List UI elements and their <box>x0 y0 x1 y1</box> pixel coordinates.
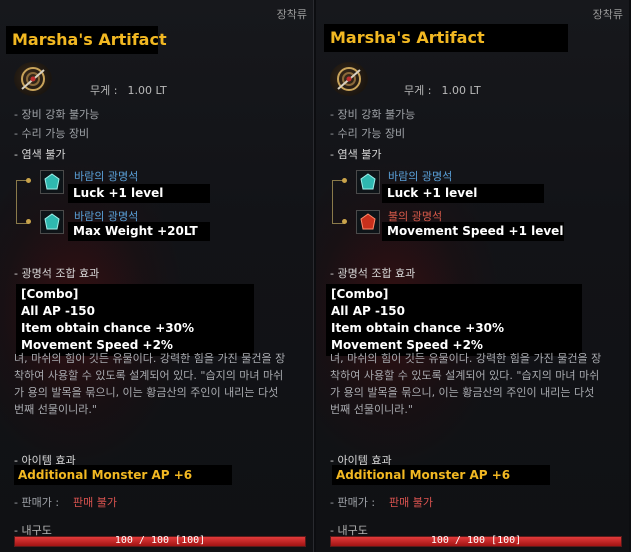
combo-line: All AP -150 <box>21 304 95 318</box>
desc-line: 가 용의 발목을 묶으니, 이는 황금산의 주인이 내리는 다섯 <box>14 386 279 399</box>
combo-line: Item obtain chance +30% <box>331 321 505 335</box>
gem-stat-box: Luck +1 level <box>68 184 210 203</box>
combo-line: [Combo] <box>331 287 389 301</box>
item-category: 장착류 <box>276 8 307 21</box>
durability-text: 100 / 100 [100] <box>430 535 522 546</box>
gem-stat-box: Max Weight +20LT <box>68 222 210 241</box>
sell-label: - 판매가 : <box>14 496 60 509</box>
item-effect: Additional Monster AP +6 <box>336 468 511 482</box>
socket-bracket <box>332 180 345 224</box>
fire-crystal-icon[interactable] <box>356 210 380 234</box>
wind-crystal-icon[interactable] <box>40 210 64 234</box>
gem-stat: Luck +1 level <box>387 186 478 200</box>
weight-value: 1.00 LT <box>127 84 167 97</box>
durability-bar: 100 / 100 [100] <box>330 535 622 547</box>
item-title: Marsha's Artifact <box>330 28 485 47</box>
gem-stat-box: Movement Speed +1 level <box>382 222 564 241</box>
combo-box: [Combo] All AP -150 Item obtain chance +… <box>326 284 582 356</box>
wind-crystal-icon[interactable] <box>40 170 64 194</box>
weight-row: 무게 : 1.00 LT <box>404 82 481 98</box>
gem-stat: Luck +1 level <box>73 186 164 200</box>
durability-text: 100 / 100 [100] <box>114 535 206 546</box>
gem-name: 바람의 광명석 <box>388 170 453 183</box>
dye-status: - 염색 불가 <box>330 148 382 161</box>
desc-line: 착하여 사용할 수 있도록 설계되어 있다. "습지의 마녀 마쉬 <box>330 369 600 382</box>
weight-label: 무게 : <box>404 84 432 97</box>
item-description: 녀, 마쉬의 힘이 깃든 유물이다. 강력한 힘을 가진 물건을 장 착하여 사… <box>14 350 299 418</box>
desc-line: 번째 선물이니라." <box>330 403 413 416</box>
repair-status: - 수리 가능 장비 <box>14 127 90 140</box>
gem-name: 바람의 광명석 <box>74 170 139 183</box>
combo-line: [Combo] <box>21 287 79 301</box>
artifact-icon <box>330 62 368 96</box>
combo-header: - 광명석 조합 효과 <box>330 267 416 280</box>
sell-price-row: - 판매가 : 판매 불가 <box>330 494 433 510</box>
desc-line: 가 용의 발목을 묶으니, 이는 황금산의 주인이 내리는 다섯 <box>330 386 595 399</box>
weight-value: 1.00 LT <box>441 84 481 97</box>
enhance-status: - 장비 강화 불가능 <box>330 108 416 121</box>
gem-stat: Max Weight +20LT <box>73 224 198 238</box>
weight-row: 무게 : 1.00 LT <box>90 82 167 98</box>
socket-dot <box>342 219 347 224</box>
combo-line: Item obtain chance +30% <box>21 321 195 335</box>
title-box: Marsha's Artifact <box>324 24 568 52</box>
durability-bar: 100 / 100 [100] <box>14 535 306 547</box>
desc-line: 녀, 마쉬의 힘이 깃든 유물이다. 강력한 힘을 가진 물건을 장 <box>330 352 602 365</box>
weight-label: 무게 : <box>90 84 118 97</box>
dye-status: - 염색 불가 <box>14 148 66 161</box>
socket-bracket <box>16 180 29 224</box>
item-title: Marsha's Artifact <box>12 30 167 49</box>
sell-label: - 판매가 : <box>330 496 376 509</box>
item-effect-box: Additional Monster AP +6 <box>14 465 232 485</box>
socket-dot <box>26 219 31 224</box>
combo-line: All AP -150 <box>331 304 405 318</box>
title-box: Marsha's Artifact <box>6 26 167 54</box>
gem-stat: Movement Speed +1 level <box>387 224 564 238</box>
desc-line: 착하여 사용할 수 있도록 설계되어 있다. "습지의 마녀 마쉬 <box>14 369 284 382</box>
combo-box: [Combo] All AP -150 Item obtain chance +… <box>16 284 254 356</box>
socket-dot <box>342 178 347 183</box>
item-effect-box: Additional Monster AP +6 <box>332 465 550 485</box>
artifact-icon <box>14 62 52 96</box>
desc-line: 번째 선물이니라." <box>14 403 97 416</box>
item-category: 장착류 <box>592 8 623 21</box>
gem-stat-box: Luck +1 level <box>382 184 544 203</box>
item-tooltip-right: 장착류 Marsha's Artifact 무게 : 1.00 LT - 장비 강… <box>316 0 629 552</box>
item-description: 녀, 마쉬의 힘이 깃든 유물이다. 강력한 힘을 가진 물건을 장 착하여 사… <box>330 350 615 418</box>
item-effect: Additional Monster AP +6 <box>18 468 193 482</box>
sell-value: 판매 불가 <box>73 496 118 509</box>
item-tooltip-left: 장착류 Marsha's Artifact 무게 : 1.00 LT - 장비 강… <box>0 0 314 552</box>
repair-status: - 수리 가능 장비 <box>330 127 406 140</box>
desc-line: 녀, 마쉬의 힘이 깃든 유물이다. 강력한 힘을 가진 물건을 장 <box>14 352 286 365</box>
wind-crystal-icon[interactable] <box>356 170 380 194</box>
sell-price-row: - 판매가 : 판매 불가 <box>14 494 117 510</box>
sell-value: 판매 불가 <box>389 496 434 509</box>
enhance-status: - 장비 강화 불가능 <box>14 108 100 121</box>
socket-dot <box>26 178 31 183</box>
combo-header: - 광명석 조합 효과 <box>14 267 100 280</box>
